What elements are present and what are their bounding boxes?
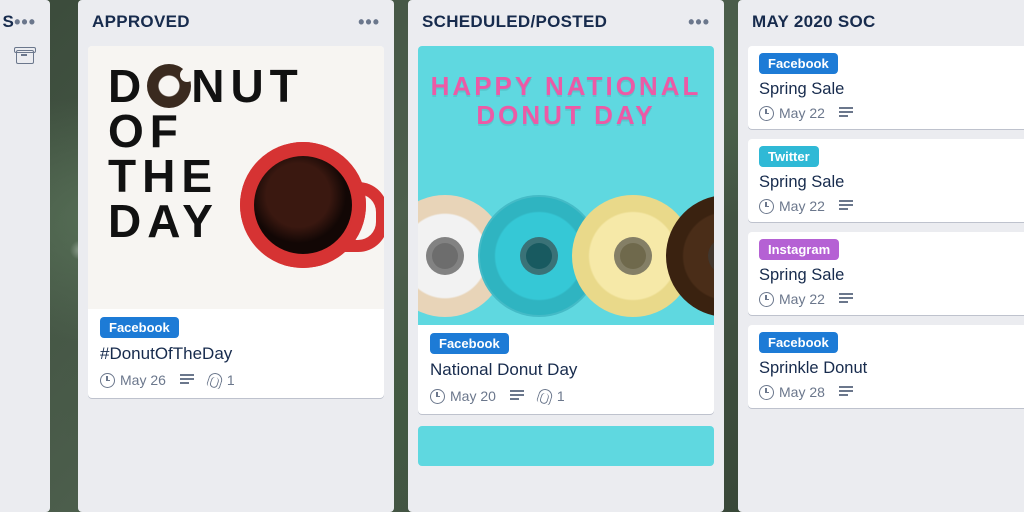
clock-icon [100,373,115,388]
card-sprinkle-donut[interactable]: Facebook Sprinkle Donut May 28 [748,325,1024,408]
due-badge: May 22 [759,105,825,121]
description-badge [180,374,194,386]
donut-icon [147,64,191,108]
list-title: S [2,12,14,32]
clock-icon [759,106,774,121]
clock-icon [759,199,774,214]
description-icon [839,386,853,398]
card-spring-sale-ig[interactable]: Instagram Spring Sale May 22 [748,232,1024,315]
description-icon [839,107,853,119]
list-title: SCHEDULED/POSTED [422,12,607,32]
due-badge: May 22 [759,198,825,214]
list-title: APPROVED [92,12,190,32]
clock-icon [759,385,774,400]
list-menu-icon[interactable]: ••• [14,17,36,27]
due-date: May 20 [450,388,496,404]
cover-text: HAPPY NATIONAL [418,72,714,101]
list-header: S ••• [0,10,40,36]
due-badge: May 20 [430,388,496,404]
card-spring-sale-tw[interactable]: Twitter Spring Sale May 22 [748,139,1024,222]
due-date: May 22 [779,105,825,121]
description-badge [510,390,524,402]
card-donut-of-the-day[interactable]: DNUT OF THE DAY Facebook #DonutOfTheDay … [88,46,384,398]
paperclip-icon [206,371,224,390]
attachment-badge: 1 [538,388,565,404]
clock-icon [759,292,774,307]
description-badge [839,200,853,212]
card-cover: DNUT OF THE DAY [88,46,384,309]
tag-facebook[interactable]: Facebook [759,53,838,74]
list-header: SCHEDULED/POSTED ••• [418,10,714,36]
due-date: May 22 [779,198,825,214]
list-approved: APPROVED ••• DNUT OF THE DAY Facebook #D… [78,0,394,512]
tag-facebook[interactable]: Facebook [100,317,179,338]
due-badge: May 28 [759,384,825,400]
due-date: May 22 [779,291,825,307]
card-peek[interactable] [418,426,714,466]
card-badges: May 22 [759,291,1024,307]
description-badge [839,386,853,398]
card-badges: May 20 1 [430,388,702,404]
due-badge: May 22 [759,291,825,307]
card-badges: May 22 [759,105,1024,121]
paperclip-icon [536,387,554,406]
attachment-count: 1 [557,388,565,404]
attachment-badge: 1 [208,372,235,388]
list-scheduled: SCHEDULED/POSTED ••• HAPPY NATIONAL DONU… [408,0,724,512]
description-icon [839,293,853,305]
description-icon [510,390,524,402]
description-badge [839,293,853,305]
cover-text: OF [108,109,384,154]
card-spring-sale-fb[interactable]: Facebook Spring Sale May 22 [748,46,1024,129]
coffee-cup-icon [240,142,366,268]
card-badges: May 22 [759,198,1024,214]
tag-facebook[interactable]: Facebook [430,333,509,354]
due-badge: May 26 [100,372,166,388]
list-header: MAY 2020 SOC [748,10,1024,36]
attachment-count: 1 [227,372,235,388]
card-badges: May 28 [759,384,1024,400]
card-cover: HAPPY NATIONAL DONUT DAY [418,46,714,325]
card-title: Spring Sale [759,80,1024,99]
card-title: Spring Sale [759,173,1024,192]
list-menu-icon[interactable]: ••• [688,17,710,27]
tag-instagram[interactable]: Instagram [759,239,839,260]
tag-twitter[interactable]: Twitter [759,146,819,167]
list-may-2020: MAY 2020 SOC Facebook Spring Sale May 22… [738,0,1024,512]
list-header: APPROVED ••• [88,10,384,36]
cover-text: NUT [191,60,304,112]
card-title: Sprinkle Donut [759,359,1024,378]
card-badges: May 26 1 [100,372,372,388]
list-partial-left: S ••• [0,0,50,512]
description-badge [839,107,853,119]
card-national-donut-day[interactable]: HAPPY NATIONAL DONUT DAY Facebook Nation… [418,46,714,414]
list-title: MAY 2020 SOC [752,12,876,32]
due-date: May 26 [120,372,166,388]
due-date: May 28 [779,384,825,400]
tag-facebook[interactable]: Facebook [759,332,838,353]
card-title: #DonutOfTheDay [100,344,372,364]
archive-icon[interactable] [16,50,34,64]
card-title: National Donut Day [430,360,702,380]
donuts-row-icon [418,175,714,325]
clock-icon [430,389,445,404]
cover-text: DONUT DAY [418,101,714,130]
board[interactable]: S ••• APPROVED ••• DNUT OF THE DAY Fa [0,0,1024,512]
card-title: Spring Sale [759,266,1024,285]
list-menu-icon[interactable]: ••• [358,17,380,27]
description-icon [180,374,194,386]
description-icon [839,200,853,212]
